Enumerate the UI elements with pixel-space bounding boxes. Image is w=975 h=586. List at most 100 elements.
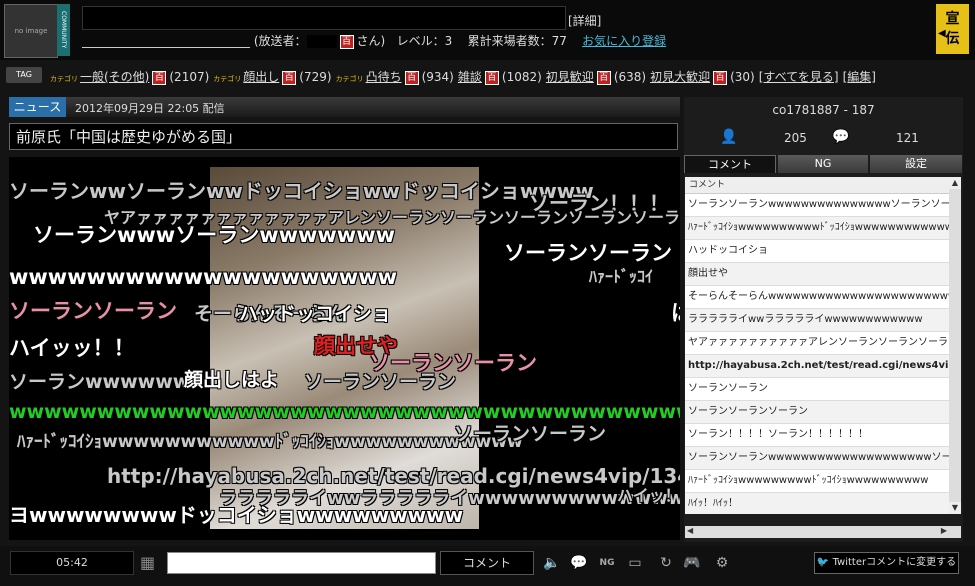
tag-link[interactable]: 顔出し (243, 70, 279, 84)
community-name[interactable] (82, 35, 250, 48)
news-tab[interactable]: ニュース (9, 97, 66, 117)
news-headline[interactable]: 前原氏「中国は歴史ゆがめる国」 (9, 123, 678, 150)
comment-row[interactable]: ララララライwwララララライwwwwwwwwwwww (685, 309, 949, 332)
comment-row[interactable]: ソーランソーランwwwwwwwwwwwwwwwwwwwwソーラン (685, 447, 949, 470)
hyaku-icon[interactable]: 百 (596, 70, 611, 85)
comment-row[interactable]: ソーラン！！！！ソーラン！！！！！！ (685, 424, 949, 447)
tag-count: (30) (730, 70, 755, 84)
scroll-left-icon[interactable]: ◀ (687, 526, 693, 535)
panel-tabs: コメント NG 設定 (684, 155, 963, 173)
comment-scrollbar[interactable]: ▲ ▼ (949, 177, 961, 514)
tag-item: 初見歓迎百 (638) (546, 70, 646, 85)
tag-item: カテゴリ 顔出し百 (729) (213, 70, 332, 85)
header: no image COMMUNITY [詳細] (放送者： 百さん) レベル：3 … (0, 0, 975, 60)
volume-icon[interactable]: 🔈 (542, 554, 562, 572)
tag-bar: TAG カテゴリ 一般(その他) 百 (2107) カテゴリ 顔出し百 (729) カテゴリ凸… (0, 64, 975, 88)
edit-tags-link[interactable]: [編集] (843, 70, 876, 84)
scroll-up-icon[interactable]: ▲ (949, 177, 961, 189)
overlay-comment: ソーランソーラン (304, 371, 457, 393)
broadcaster-prefix: (放送者： (253, 34, 307, 48)
tag-item: 雑談百 (1082) (458, 70, 542, 85)
tab-ng[interactable]: NG (778, 155, 868, 173)
reload-icon[interactable]: ↻ (656, 554, 676, 572)
comment-row[interactable]: ﾊｲｯ！ﾊｲｯ！ (685, 493, 949, 514)
comment-submit-button[interactable]: コメント (440, 551, 534, 575)
control-bar: 05:42 ▦ コメント 🔈 💬 NG ▭ ↻ 🎮 ⚙ 🐦 Twitterコメン… (0, 546, 975, 586)
broadcaster-suffix: さん) (356, 34, 386, 48)
detail-link[interactable]: [詳細] (568, 12, 601, 29)
tag-list: カテゴリ 一般(その他) 百 (2107) カテゴリ 顔出し百 (729) カテゴリ 凸待ち百(… (50, 68, 876, 85)
viewer-icon: 👤 (720, 129, 738, 145)
twitter-button-label: Twitterコメントに変更する (832, 557, 957, 568)
hyaku-icon[interactable]: 百 (484, 70, 499, 85)
comment-row[interactable]: ソーランソーランwwwwwwwwwwwwwwwソーランソーランソ (685, 194, 949, 217)
screen-mode-icon[interactable]: ▭ (625, 554, 645, 572)
ng-icon[interactable]: NG (597, 554, 617, 572)
favorite-link[interactable]: お気に入り登録 (582, 34, 666, 48)
comment-row[interactable]: http://hayabusa.2ch.net/test/read.cgi/ne… (685, 355, 949, 378)
overlay-comment: ソーランソーラン (9, 299, 177, 323)
comment-rows: ソーランソーランwwwwwwwwwwwwwwwソーランソーランソﾊｧｰﾄﾞｯｺｲ… (685, 194, 949, 514)
overlay-comment: ﾊｧｰﾄﾞｯｺｲ (589, 267, 654, 286)
scroll-down-icon[interactable]: ▼ (949, 502, 961, 514)
tag-link[interactable]: 初見歓迎 (546, 70, 594, 84)
overlay-comment: 顔出しはよ (184, 369, 280, 391)
twitter-switch-button[interactable]: 🐦 Twitterコメントに変更する (814, 552, 959, 574)
tab-settings[interactable]: 設定 (870, 155, 962, 173)
hyaku-icon[interactable]: 百 (713, 70, 728, 85)
hyaku-icon[interactable]: 百 (152, 70, 167, 85)
right-panel: co1781887 - 187 👤 205 💬 121 コメント NG 設定 コ… (684, 97, 963, 542)
comment-row[interactable]: ソーランソーラン (685, 378, 949, 401)
tag-count: (2107) (169, 70, 210, 84)
comment-row[interactable]: ソーランソーランソーラン (685, 401, 949, 424)
broadcast-info-row: (放送者： 百さん) レベル：3 累計来場者数：77 お気に入り登録 (82, 32, 666, 49)
comment-list-header: コメント (685, 177, 949, 194)
hyaku-icon: 百 (339, 34, 354, 49)
viewer-count: 205 (784, 131, 807, 145)
category-badge: カテゴリ (335, 75, 364, 83)
hyaku-icon[interactable]: 百 (404, 70, 419, 85)
tag-icon[interactable]: TAG (6, 67, 42, 83)
hyaku-icon[interactable]: 百 (282, 70, 297, 85)
see-all-tags-link[interactable]: [すべてを見る] (759, 70, 839, 84)
overlay-comment: は (671, 297, 680, 327)
broadcaster-name[interactable] (306, 35, 337, 48)
community-thumbnail[interactable]: no image (4, 4, 58, 58)
overlay-comment: ソーランwwwソーランwwwwwww (33, 223, 396, 247)
comment-count-icon: 💬 (832, 129, 850, 145)
overlay-comment: ﾊｧｰﾄﾞｯｺｲｼｮwwwwwwwwwwwﾄﾞｯｺｲｼｮwwwwwwwwwwww (17, 432, 523, 452)
visitor-count: 累計来場者数：77 (467, 34, 567, 48)
overlay-comment: ハッドッコイショ (239, 303, 392, 325)
tag-link[interactable]: 初見大歓迎 (650, 70, 710, 84)
comment-input[interactable] (167, 552, 436, 574)
scroll-right-icon[interactable]: ▶ (941, 526, 947, 535)
overlay-comment: ハイッ！ (617, 486, 680, 505)
live-id: co1781887 - 187 (772, 103, 875, 117)
comment-toggle-icon[interactable]: 💬 (569, 554, 589, 572)
keyboard-icon[interactable]: ▦ (140, 555, 160, 571)
overlay-comment: ソーランwwwwww (9, 371, 191, 393)
tab-comment[interactable]: コメント (684, 155, 776, 173)
tag-count: (934) (421, 70, 454, 84)
tag-link[interactable]: 凸待ち (366, 70, 402, 84)
settings-gear-icon[interactable]: ⚙ (712, 554, 732, 572)
comment-row[interactable]: ヤアァァァァァァァァァァアレンソーランソーランソーランソーランソーランwww (685, 332, 949, 355)
overlay-comment: ソーランwwソーランwwドッコイショwwドッコイショwwww (9, 179, 594, 203)
app-icon[interactable]: 🎮 (682, 554, 702, 572)
comment-row[interactable]: ハッドッコイショ (685, 240, 949, 263)
comment-list[interactable]: コメント ソーランソーランwwwwwwwwwwwwwwwソーランソーランソﾊｧｰ… (685, 177, 949, 514)
stats-row: 👤 205 💬 121 (684, 127, 963, 149)
news-date: 2012年09月29日 22:05 配信 (75, 102, 225, 115)
elapsed-time: 05:42 (10, 551, 134, 575)
ad-button[interactable]: ◀ 宣 伝 (936, 4, 969, 54)
comment-row[interactable]: ﾊｧｰﾄﾞｯｺｲｼｮwwwwwwwwwﾄﾞｯｺｲｼｮwwwwwwwwww (685, 470, 949, 493)
comment-row[interactable]: 顔出せや (685, 263, 949, 286)
news-bar: ニュース 2012年09月29日 22:05 配信 (9, 97, 680, 117)
noimage-label: no image (14, 27, 48, 35)
tag-link[interactable]: 雑談 (458, 70, 482, 84)
comment-row[interactable]: そーらんそーらんwwwwwwwwwwwwwwwwwwwwwwww (685, 286, 949, 309)
tag-link[interactable]: 一般(その他) (80, 70, 149, 84)
comment-row[interactable]: ﾊｧｰﾄﾞｯｺｲｼｮwwwwwwwwwwﾄﾞｯｺｲｼｮwwwwwwwwwwwww (685, 217, 949, 240)
video-player[interactable]: ソーランwwソーランwwドッコイショwwドッコイショwwww ソーラン！！！ ヤアァ… (9, 157, 680, 540)
horizontal-scrollbar[interactable]: ◀ ▶ (685, 526, 961, 538)
